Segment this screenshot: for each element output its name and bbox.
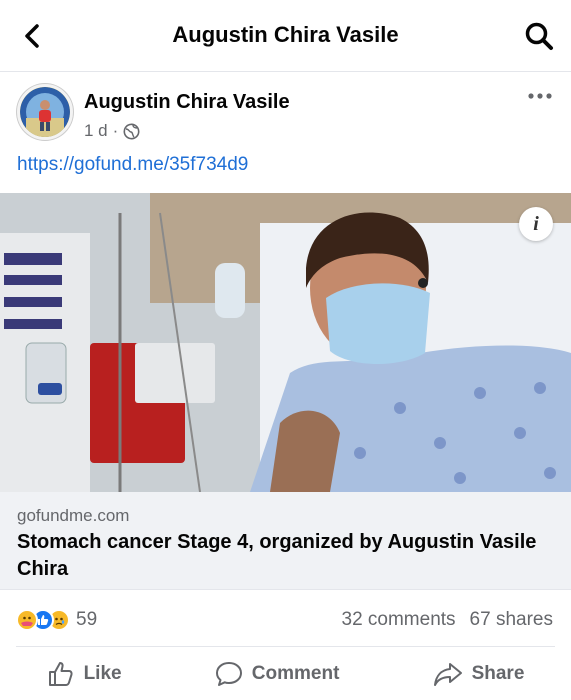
post-link[interactable]: https://gofund.me/35f734d9 bbox=[17, 154, 248, 176]
thumbs-up-icon bbox=[48, 662, 73, 686]
avatar[interactable] bbox=[17, 84, 73, 140]
top-bar: Augustin Chira Vasile bbox=[0, 0, 571, 72]
post-author[interactable]: Augustin Chira Vasile bbox=[84, 91, 290, 114]
comment-share-counts: 32 comments 67 shares bbox=[342, 609, 554, 631]
post-time[interactable]: 1 d bbox=[84, 121, 108, 141]
link-card[interactable]: gofundme.com Stomach cancer Stage 4, org… bbox=[0, 492, 571, 590]
info-button[interactable]: i bbox=[519, 207, 553, 241]
comment-button[interactable]: Comment bbox=[215, 660, 340, 688]
like-button[interactable]: Like bbox=[47, 660, 122, 688]
actions-divider bbox=[16, 646, 555, 647]
link-title: Stomach cancer Stage 4, organized by Aug… bbox=[17, 531, 537, 580]
post-header: Augustin Chira Vasile 1 d · https://gofu… bbox=[0, 72, 571, 182]
page-title: Augustin Chira Vasile bbox=[172, 22, 399, 47]
hospital-photo bbox=[0, 193, 571, 492]
comments-count[interactable]: 32 comments bbox=[342, 609, 456, 631]
link-domain: gofundme.com bbox=[17, 506, 130, 525]
share-label: Share bbox=[471, 663, 525, 684]
reaction-count: 59 bbox=[76, 609, 98, 630]
comment-label: Comment bbox=[251, 663, 340, 684]
info-icon: i bbox=[533, 212, 539, 235]
comment-icon bbox=[215, 662, 242, 686]
shares-count[interactable]: 67 shares bbox=[470, 609, 553, 631]
more-options-button[interactable] bbox=[525, 86, 555, 106]
search-icon bbox=[525, 22, 553, 50]
avatar-image bbox=[20, 87, 70, 137]
reactions-summary[interactable]: 59 bbox=[16, 609, 97, 631]
search-button[interactable] bbox=[521, 18, 557, 54]
engagement-counts: 59 32 comments 67 shares bbox=[0, 590, 571, 648]
like-label: Like bbox=[83, 663, 122, 684]
meta-separator: · bbox=[112, 121, 119, 140]
link-preview-image[interactable]: i bbox=[0, 193, 571, 492]
share-icon bbox=[433, 663, 462, 686]
share-button[interactable]: Share bbox=[433, 660, 525, 688]
more-icon bbox=[528, 93, 552, 99]
care-icon bbox=[16, 609, 38, 631]
globe-icon bbox=[123, 123, 140, 139]
post-meta: 1 d · bbox=[84, 121, 140, 141]
action-bar: Like Comment Share bbox=[0, 648, 571, 700]
